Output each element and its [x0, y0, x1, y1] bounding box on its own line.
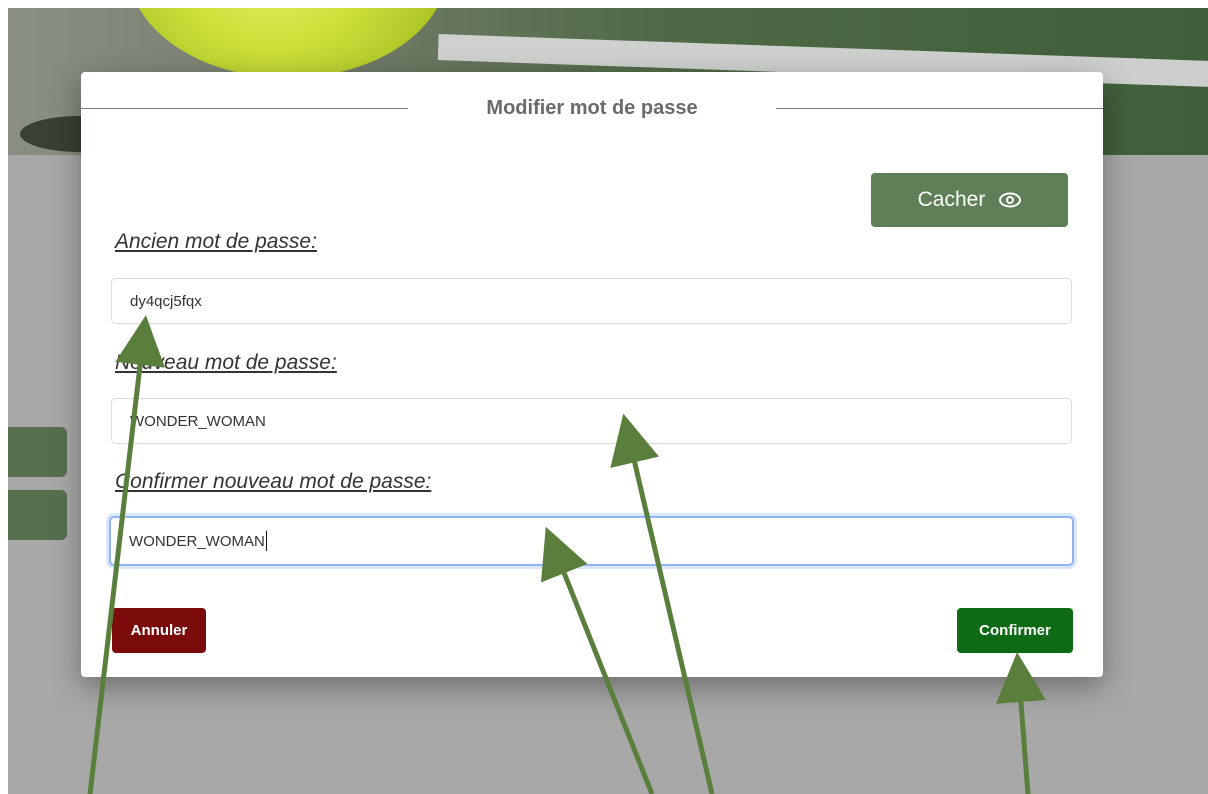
background-side-button-1[interactable]	[8, 427, 67, 477]
eye-icon	[999, 192, 1022, 208]
text-cursor	[265, 531, 267, 551]
tennis-ball-image	[128, 8, 448, 78]
modal-header: Modifier mot de passe	[81, 96, 1103, 136]
old-password-label: Ancien mot de passe:	[115, 230, 317, 253]
confirm-password-value: WONDER_WOMAN	[129, 532, 265, 550]
confirm-button[interactable]: Confirmer	[957, 608, 1073, 653]
change-password-modal: Modifier mot de passe Cacher Ancien mot …	[81, 72, 1103, 677]
modal-title: Modifier mot de passe	[486, 97, 698, 119]
old-password-value: dy4qcj5fqx	[130, 292, 202, 310]
hide-password-button[interactable]: Cacher	[871, 173, 1068, 227]
background-side-button-2[interactable]	[8, 490, 67, 540]
confirm-password-input[interactable]: WONDER_WOMAN	[109, 516, 1074, 566]
old-password-input[interactable]: dy4qcj5fqx	[111, 278, 1072, 324]
new-password-input[interactable]: WONDER_WOMAN	[111, 398, 1072, 444]
new-password-label: Nouveau mot de passe:	[115, 351, 337, 374]
hide-password-label: Cacher	[917, 188, 986, 211]
cancel-button[interactable]: Annuler	[112, 608, 206, 653]
new-password-value: WONDER_WOMAN	[130, 412, 266, 430]
confirm-password-label: Confirmer nouveau mot de passe:	[115, 470, 432, 493]
